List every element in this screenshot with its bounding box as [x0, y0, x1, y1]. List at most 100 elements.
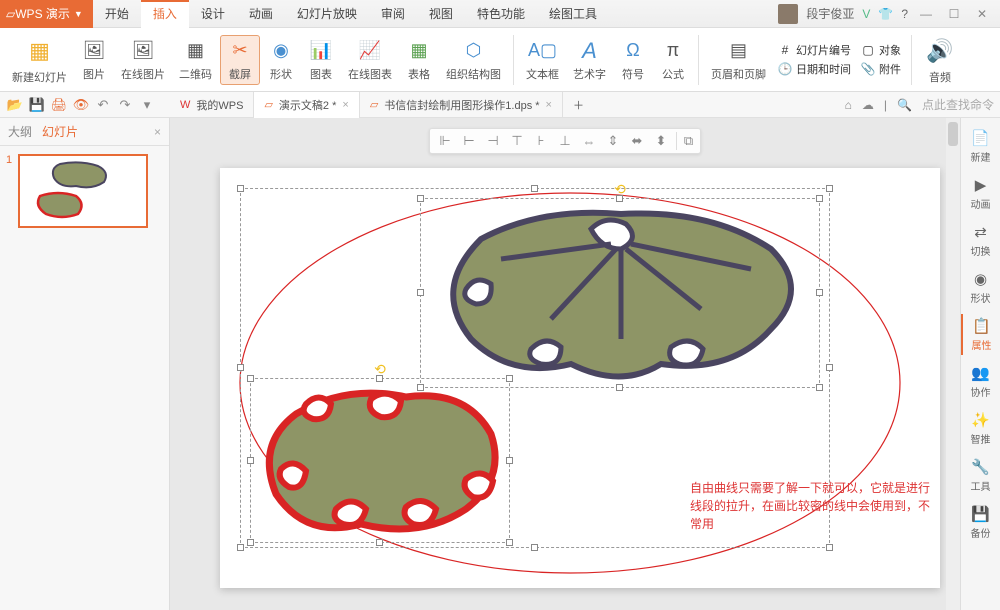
resize-handle[interactable]	[237, 185, 244, 192]
new-tab-button[interactable]: ＋	[563, 92, 594, 118]
doc-tab-presentation2[interactable]: ▱演示文稿2 *×	[254, 92, 359, 118]
table-button[interactable]: ▦表格	[400, 36, 438, 84]
task-backup[interactable]: 💾备份	[961, 502, 1000, 543]
resize-handle[interactable]	[237, 544, 244, 551]
outline-tab[interactable]: 大纲	[8, 123, 32, 140]
object-button[interactable]: ▢对象	[857, 41, 905, 59]
resize-handle[interactable]	[826, 364, 833, 371]
open-icon[interactable]: 📂	[6, 96, 24, 114]
resize-handle[interactable]	[506, 457, 513, 464]
textbox-button[interactable]: A▢文本框	[520, 36, 565, 84]
preview-icon[interactable]: 👁	[72, 96, 90, 114]
task-smart[interactable]: ✨智推	[961, 408, 1000, 449]
tab-review[interactable]: 审阅	[369, 0, 417, 28]
resize-handle[interactable]	[616, 384, 623, 391]
task-collab[interactable]: 👥协作	[961, 361, 1000, 402]
resize-handle[interactable]	[506, 539, 513, 546]
help-icon[interactable]: ?	[901, 7, 908, 21]
tab-animation[interactable]: 动画	[237, 0, 285, 28]
vertical-scrollbar[interactable]	[946, 118, 960, 610]
tab-view[interactable]: 视图	[417, 0, 465, 28]
close-icon[interactable]: ×	[342, 99, 348, 111]
scrollbar-thumb[interactable]	[948, 122, 958, 146]
resize-handle[interactable]	[506, 375, 513, 382]
resize-handle[interactable]	[417, 289, 424, 296]
resize-handle[interactable]	[826, 544, 833, 551]
align-center-icon[interactable]: ⊢	[460, 132, 478, 150]
maximize-button[interactable]: ☐	[944, 7, 964, 21]
shape-selection-purple[interactable]: ⟲	[420, 198, 820, 388]
equation-button[interactable]: π公式	[654, 36, 692, 84]
resize-handle[interactable]	[816, 195, 823, 202]
orgchart-button[interactable]: ⬡组织结构图	[440, 36, 507, 84]
task-properties[interactable]: 📋属性	[961, 314, 1000, 355]
app-logo[interactable]: ▱ WPS 演示 ▼	[0, 0, 93, 28]
doc-tab-wps[interactable]: W我的WPS	[170, 92, 254, 118]
task-transition[interactable]: ⇄切换	[961, 220, 1000, 261]
resize-handle[interactable]	[826, 185, 833, 192]
resize-handle[interactable]	[247, 375, 254, 382]
close-icon[interactable]: ×	[546, 99, 552, 111]
align-top-icon[interactable]: ⊤	[508, 132, 526, 150]
resize-handle[interactable]	[247, 457, 254, 464]
wordart-button[interactable]: A艺术字	[567, 36, 612, 84]
distribute-v-icon[interactable]: ⇕	[604, 132, 622, 150]
task-shape[interactable]: ◉形状	[961, 267, 1000, 308]
same-height-icon[interactable]: ⬍	[652, 132, 670, 150]
shape-selection-red[interactable]: ⟲	[250, 378, 510, 543]
header-footer-button[interactable]: ▤页眉和页脚	[705, 36, 772, 84]
resize-handle[interactable]	[816, 384, 823, 391]
task-animation[interactable]: ▶动画	[961, 173, 1000, 214]
minimize-button[interactable]: —	[916, 7, 936, 21]
resize-handle[interactable]	[376, 375, 383, 382]
align-middle-icon[interactable]: ⊦	[532, 132, 550, 150]
resize-handle[interactable]	[417, 195, 424, 202]
vip-icon[interactable]: V	[862, 7, 870, 21]
attachment-button[interactable]: 📎附件	[857, 60, 905, 78]
screenshot-button[interactable]: ✂截屏	[220, 35, 260, 85]
shirt-icon[interactable]: 👕	[878, 7, 893, 21]
group-icon[interactable]: ⧉	[676, 132, 694, 150]
tab-start[interactable]: 开始	[93, 0, 141, 28]
same-width-icon[interactable]: ⬌	[628, 132, 646, 150]
online-chart-button[interactable]: 📈在线图表	[342, 36, 398, 84]
slide[interactable]: ⟲	[220, 168, 940, 588]
align-right-icon[interactable]: ⊣	[484, 132, 502, 150]
task-tools[interactable]: 🔧工具	[961, 455, 1000, 496]
tab-slideshow[interactable]: 幻灯片放映	[285, 0, 369, 28]
redo-icon[interactable]: ↷	[116, 96, 134, 114]
slide-canvas[interactable]: ⊩ ⊢ ⊣ ⊤ ⊦ ⊥ ⇔ ⇕ ⬌ ⬍ ⧉	[170, 118, 960, 610]
task-new[interactable]: 📄新建	[961, 126, 1000, 167]
symbol-button[interactable]: Ω符号	[614, 36, 652, 84]
shapes-button[interactable]: ◉形状	[262, 36, 300, 84]
home-icon[interactable]: ⌂	[845, 98, 852, 112]
dropdown-icon[interactable]: ▾	[138, 96, 156, 114]
undo-icon[interactable]: ↶	[94, 96, 112, 114]
chart-button[interactable]: 📊图表	[302, 36, 340, 84]
date-time-button[interactable]: 🕒日期和时间	[774, 60, 855, 78]
online-picture-button[interactable]: 🖼在线图片	[115, 36, 171, 84]
cloud-icon[interactable]: ☁	[862, 98, 874, 112]
resize-handle[interactable]	[247, 539, 254, 546]
slides-tab[interactable]: 幻灯片	[42, 123, 78, 140]
tab-insert[interactable]: 插入	[141, 0, 189, 28]
close-button[interactable]: ✕	[972, 7, 992, 21]
avatar[interactable]	[778, 4, 798, 24]
align-left-icon[interactable]: ⊩	[436, 132, 454, 150]
audio-button[interactable]: 🔊音频	[918, 33, 962, 87]
resize-handle[interactable]	[531, 544, 538, 551]
slide-number-button[interactable]: #幻灯片编号	[774, 41, 855, 59]
resize-handle[interactable]	[816, 289, 823, 296]
search-input[interactable]: 点此查找命令	[922, 96, 994, 113]
qrcode-button[interactable]: ▦二维码	[173, 36, 218, 84]
print-icon[interactable]: 🖨	[50, 96, 68, 114]
tab-design[interactable]: 设计	[189, 0, 237, 28]
resize-handle[interactable]	[531, 185, 538, 192]
save-icon[interactable]: 💾	[28, 96, 46, 114]
distribute-h-icon[interactable]: ⇔	[580, 132, 598, 150]
close-icon[interactable]: ×	[154, 125, 161, 139]
resize-handle[interactable]	[616, 195, 623, 202]
slide-thumbnail[interactable]	[18, 154, 148, 228]
picture-button[interactable]: 🖼图片	[75, 36, 113, 84]
new-slide-button[interactable]: ▦新建幻灯片	[6, 33, 73, 87]
